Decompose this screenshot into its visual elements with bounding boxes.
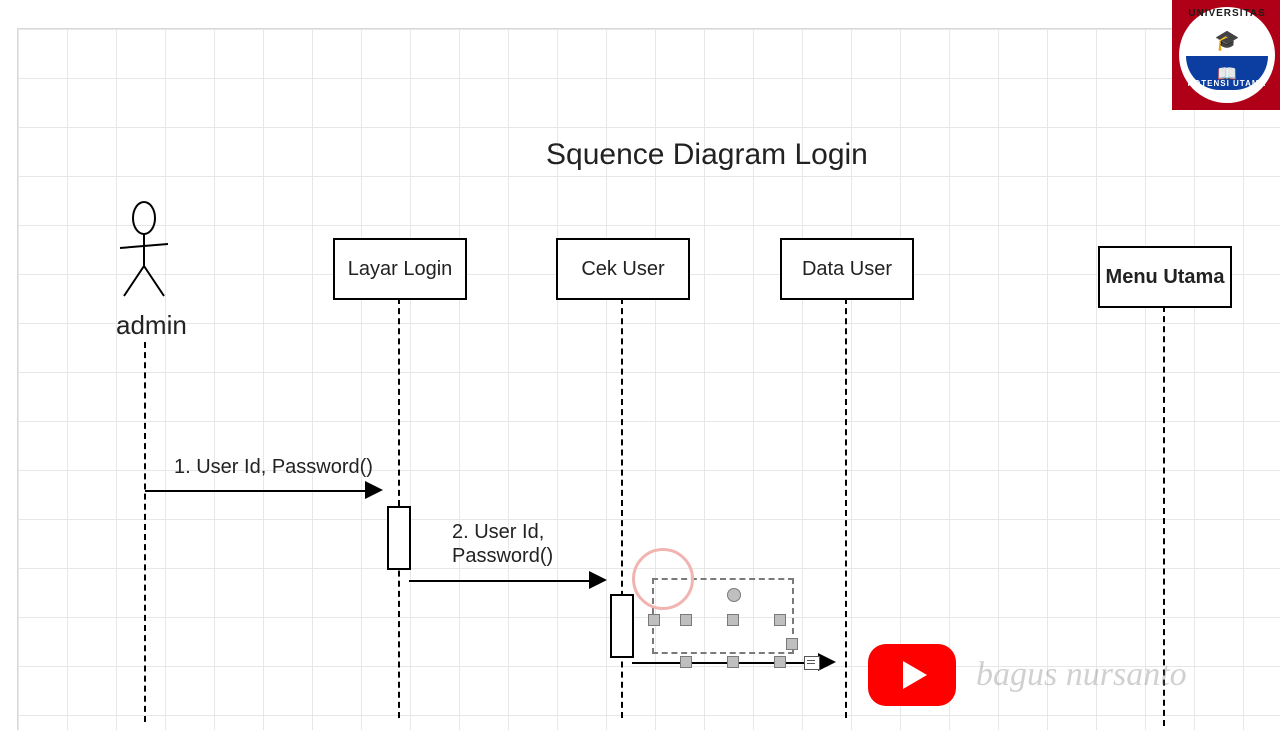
lifeline-box-data-user[interactable]: Data User <box>780 238 914 300</box>
lifeline-label: Data User <box>802 258 892 281</box>
message-label-m1: 1. User Id, Password() <box>174 456 373 479</box>
actor-label: admin <box>116 310 187 341</box>
lifeline-admin <box>144 342 146 722</box>
logo-text-bottom: POTENSI UTAMA <box>1174 79 1280 88</box>
message-arrow-m1[interactable] <box>145 490 367 492</box>
resize-handle[interactable] <box>727 614 739 626</box>
actor-icon <box>114 200 174 300</box>
author-watermark: bagus nursanto <box>976 656 1187 694</box>
activation-cek-user[interactable] <box>610 594 634 658</box>
resize-handle[interactable] <box>727 656 739 668</box>
arrowhead-icon <box>589 571 607 589</box>
cursor-indicator-icon <box>632 548 694 610</box>
resize-handle[interactable] <box>680 614 692 626</box>
resize-handle[interactable] <box>774 656 786 668</box>
diagram-title: Squence Diagram Login <box>546 138 868 172</box>
arrowhead-icon <box>365 481 383 499</box>
resize-handle[interactable] <box>680 656 692 668</box>
resize-handle[interactable] <box>774 614 786 626</box>
message-arrow-m3[interactable] <box>632 662 820 664</box>
logo-text-top: UNIVERSITAS <box>1174 8 1280 19</box>
arrowhead-icon <box>818 653 836 671</box>
lifeline-box-menu-utama[interactable]: Menu Utama <box>1098 246 1232 308</box>
lifeline-label: Cek User <box>581 258 664 281</box>
resize-handle[interactable] <box>786 638 798 650</box>
message-label-m2: 2. User Id, Password() <box>452 520 553 568</box>
lifeline-label: Menu Utama <box>1106 266 1225 289</box>
lifeline-box-cek-user[interactable]: Cek User <box>556 238 690 300</box>
lifeline-data-user <box>845 298 847 718</box>
university-logo: UNIVERSITAS 🎓 📖 POTENSI UTAMA <box>1172 0 1280 110</box>
resize-handle[interactable] <box>648 614 660 626</box>
youtube-play-icon[interactable] <box>868 644 956 706</box>
message-glyph-icon <box>804 656 820 670</box>
lifeline-label: Layar Login <box>348 258 453 281</box>
rotate-handle[interactable] <box>727 588 741 602</box>
graduation-cap-icon: 🎓 <box>1174 28 1280 53</box>
lifeline-box-layar-login[interactable]: Layar Login <box>333 238 467 300</box>
activation-layar-login[interactable] <box>387 506 411 570</box>
message-arrow-m2[interactable] <box>409 580 591 582</box>
